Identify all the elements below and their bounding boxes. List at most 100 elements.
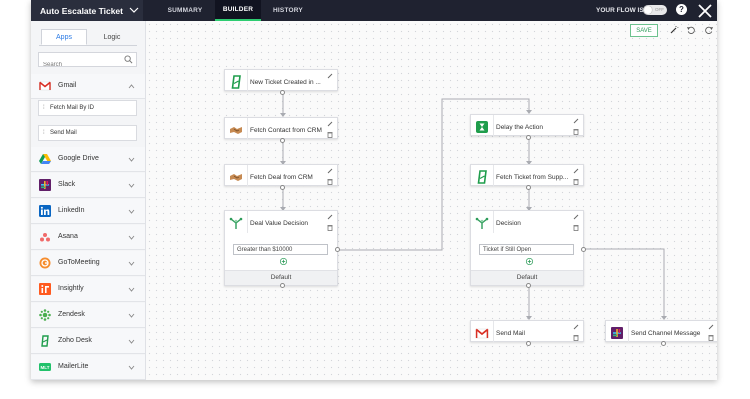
connector-port[interactable] <box>581 247 586 252</box>
drag-handle-icon[interactable]: ⁞ <box>43 105 45 111</box>
sidebar-item-label: Gmail <box>58 82 77 89</box>
connector-port[interactable] <box>526 135 531 140</box>
drag-handle-icon[interactable]: ⁞ <box>43 130 45 136</box>
sidebar-item-insightly[interactable]: Insightly <box>31 277 145 302</box>
hourglass-icon <box>476 121 488 133</box>
edit-icon[interactable] <box>327 73 333 79</box>
sidebar-item-gmail[interactable]: Gmail <box>31 74 145 99</box>
sidebar-item-zoho-desk[interactable]: Zoho Desk <box>31 329 145 354</box>
action-send-mail[interactable]: ⁞ Send Mail <box>38 125 137 141</box>
node-title: New Ticket Created in ... <box>250 79 321 86</box>
node-deal-value-decision[interactable]: Deal Value Decision Greater than $10000 … <box>224 210 338 286</box>
add-branch-icon[interactable] <box>280 258 287 265</box>
node-send-mail[interactable]: Send Mail <box>470 320 584 343</box>
connector-port[interactable] <box>661 341 666 346</box>
node-trigger[interactable]: New Ticket Created in ... <box>224 69 338 92</box>
redo-icon[interactable] <box>704 25 714 35</box>
chevron-down-icon <box>128 235 135 240</box>
edit-icon[interactable] <box>708 324 714 330</box>
node-divider <box>247 118 248 140</box>
flow-status-label: YOUR FLOW IS <box>596 7 644 14</box>
app-window: Auto Escalate Ticket SUMMARY BUILDER HIS… <box>31 0 717 380</box>
connector-port[interactable] <box>335 247 340 252</box>
edit-icon[interactable] <box>573 324 579 330</box>
node-title: Send Mail <box>496 330 525 337</box>
node-fetch-deal[interactable]: Fetch Deal from CRM <box>224 164 338 187</box>
tab-builder[interactable]: BUILDER <box>215 0 261 21</box>
slack-icon <box>611 327 623 339</box>
connector-port[interactable] <box>280 138 285 143</box>
connector-port[interactable] <box>526 283 531 288</box>
help-button[interactable]: ? <box>676 4 687 15</box>
flow-toggle[interactable]: OFF <box>643 5 667 15</box>
linkedin-icon <box>39 205 51 217</box>
edit-icon[interactable] <box>573 168 579 174</box>
sidebar-item-google-drive[interactable]: Google Drive <box>31 147 145 172</box>
tab-logic[interactable]: Logic <box>89 29 135 45</box>
node-fetch-contact[interactable]: Fetch Contact from CRM <box>224 117 338 140</box>
node-title: Fetch Deal from CRM <box>250 174 313 181</box>
sidebar-item-gotomeeting[interactable]: GoToMeeting <box>31 251 145 276</box>
action-fetch-mail-by-id[interactable]: ⁞ Fetch Mail By ID <box>38 100 137 116</box>
edit-icon[interactable] <box>327 214 333 220</box>
edit-icon[interactable] <box>327 168 333 174</box>
gmail-icon <box>475 328 489 339</box>
sidebar-item-asana[interactable]: Asana <box>31 225 145 250</box>
node-title: Fetch Contact from CRM <box>250 127 322 134</box>
save-button[interactable]: SAVE <box>630 24 658 37</box>
edit-icon[interactable] <box>573 214 579 220</box>
trash-icon[interactable] <box>573 334 579 341</box>
sidebar-item-label: Zendesk <box>58 311 85 318</box>
trash-icon[interactable] <box>327 224 333 231</box>
condition-branch[interactable]: Greater than $10000 <box>233 244 328 255</box>
gotomeeting-icon <box>39 257 51 269</box>
flow-name-selector[interactable]: Auto Escalate Ticket <box>31 0 143 21</box>
zendesk-icon <box>39 309 51 321</box>
trash-icon[interactable] <box>327 131 333 138</box>
tab-summary[interactable]: SUMMARY <box>157 0 213 21</box>
add-branch-icon[interactable] <box>526 258 533 265</box>
condition-branch[interactable]: Ticket if Still Open <box>479 244 574 255</box>
sidebar-item-label: Google Drive <box>58 155 99 162</box>
node-divider <box>493 211 494 233</box>
sidebar-item-zendesk[interactable]: Zendesk <box>31 303 145 328</box>
trash-icon[interactable] <box>573 178 579 185</box>
node-divider <box>247 70 248 92</box>
chevron-down-icon <box>128 261 135 266</box>
action-label: Fetch Mail By ID <box>50 105 95 111</box>
sidebar-item-slack[interactable]: Slack <box>31 173 145 198</box>
edit-icon[interactable] <box>327 121 333 127</box>
zoho-desk-icon <box>41 335 49 347</box>
node-send-channel-message[interactable]: Send Channel Message <box>605 320 717 343</box>
sidebar-item-label: Asana <box>58 233 78 240</box>
connector-port[interactable] <box>526 341 531 346</box>
magic-wand-icon[interactable] <box>669 25 679 35</box>
connector-port[interactable] <box>280 185 285 190</box>
search-input[interactable] <box>39 58 125 72</box>
node-delay[interactable]: Delay the Action <box>470 114 584 137</box>
connector-port[interactable] <box>526 185 531 190</box>
node-title: Decision <box>496 220 521 227</box>
builder-canvas[interactable]: SAVE New Ticket Created in ... Fetch Con… <box>146 21 717 380</box>
search-icon[interactable] <box>124 55 133 64</box>
top-bar: Auto Escalate Ticket SUMMARY BUILDER HIS… <box>31 0 717 21</box>
trash-icon[interactable] <box>573 128 579 135</box>
undo-icon[interactable] <box>686 25 696 35</box>
tab-apps[interactable]: Apps <box>41 29 87 45</box>
trash-icon[interactable] <box>708 334 714 341</box>
connector-port[interactable] <box>280 90 285 95</box>
node-decision[interactable]: Decision Ticket if Still Open Default <box>470 210 584 286</box>
trash-icon[interactable] <box>327 178 333 185</box>
trash-icon[interactable] <box>573 224 579 231</box>
sidebar-item-linkedin[interactable]: LinkedIn <box>31 199 145 224</box>
mailerlite-icon: MLT <box>39 363 51 371</box>
zoho-desk-icon <box>477 170 487 184</box>
sidebar-item-mailerlite[interactable]: MLT MailerLite <box>31 355 145 380</box>
node-fetch-ticket[interactable]: Fetch Ticket from Supp... <box>470 164 584 187</box>
tab-history[interactable]: HISTORY <box>263 0 313 21</box>
edit-icon[interactable] <box>573 118 579 124</box>
chevron-down-icon <box>128 313 135 318</box>
close-icon[interactable] <box>696 2 714 20</box>
connector-port[interactable] <box>280 283 285 288</box>
decision-icon <box>475 217 489 229</box>
